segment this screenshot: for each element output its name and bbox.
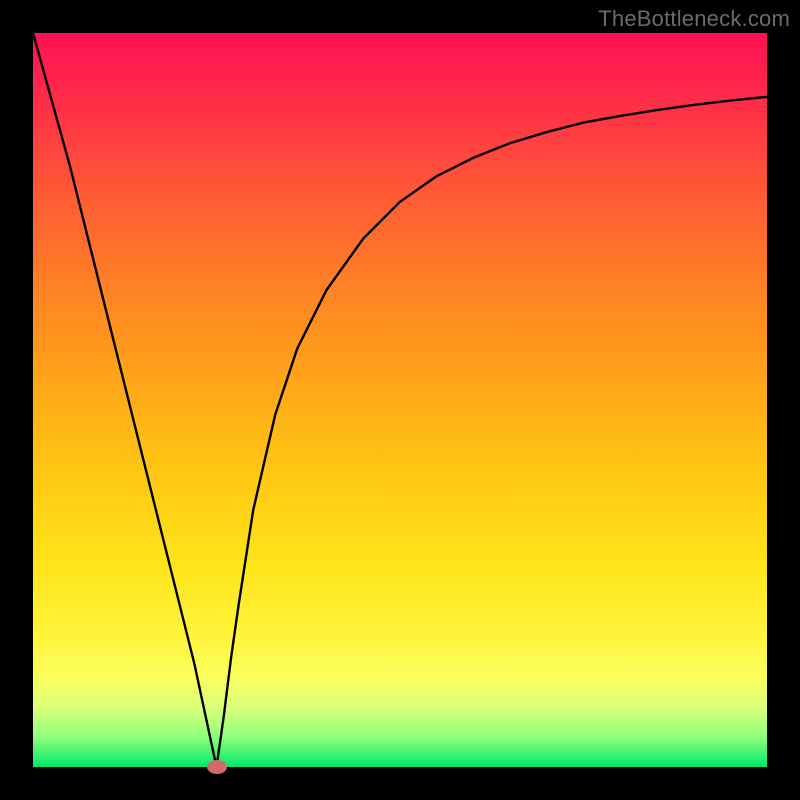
current-point-marker bbox=[207, 760, 227, 774]
chart-frame: TheBottleneck.com bbox=[0, 0, 800, 800]
plot-area bbox=[33, 33, 767, 767]
attribution-text: TheBottleneck.com bbox=[598, 6, 790, 32]
bottleneck-curve bbox=[33, 33, 767, 767]
